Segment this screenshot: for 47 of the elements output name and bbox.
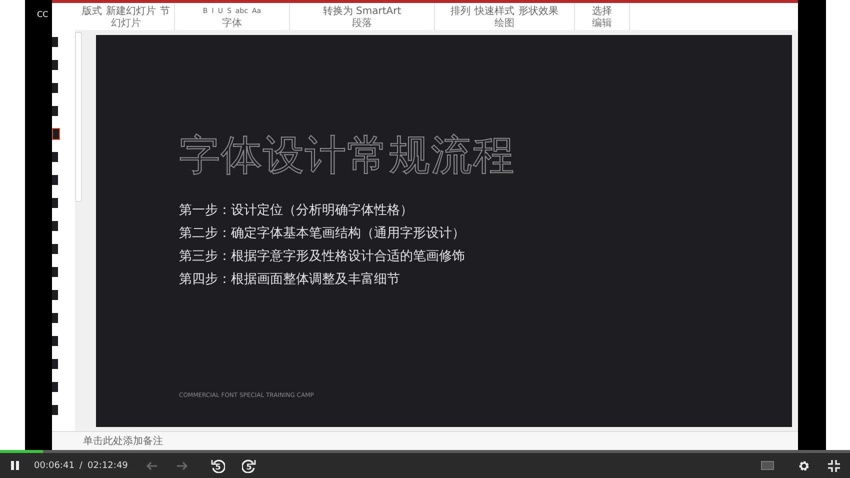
scrollbar[interactable] — [75, 32, 82, 202]
slide-thumbnail[interactable] — [52, 382, 58, 392]
ribbon-button[interactable]: 转换为 SmartArt — [322, 4, 402, 18]
ribbon-group-label: 幻灯片 — [110, 18, 142, 29]
time-separator: / — [79, 460, 82, 470]
ribbon-group-label: 字体 — [221, 18, 243, 29]
ribbon-button[interactable]: 选择 — [592, 4, 612, 18]
slide-thumbnail[interactable] — [52, 106, 58, 116]
ribbon-button[interactable]: 排列 — [450, 4, 470, 18]
slide-thumbnail[interactable] — [52, 152, 58, 162]
slide-thumbnail[interactable] — [52, 404, 58, 415]
progress-track[interactable] — [0, 450, 850, 453]
exit-fullscreen-icon[interactable] — [828, 460, 840, 472]
slide-thumbnail[interactable] — [52, 82, 58, 93]
pause-icon[interactable] — [10, 460, 20, 471]
ribbon-group-label: 绘图 — [494, 18, 516, 29]
slide-thumbnail[interactable] — [52, 358, 58, 369]
step-text: 第一步：设计定位（分析明确字体性格） — [179, 202, 413, 219]
slide-thumbnail[interactable] — [52, 60, 58, 70]
settings-icon[interactable] — [798, 460, 810, 472]
ribbon-button[interactable]: 新建幻灯片 — [106, 4, 156, 18]
slide-thumbnail[interactable] — [52, 128, 60, 140]
ribbon-button[interactable]: 版式 — [82, 4, 102, 18]
caption-text: CC — [37, 10, 48, 19]
left-arrow-icon[interactable] — [146, 460, 158, 470]
slide-thumbnail[interactable] — [52, 336, 58, 346]
ribbon-group-label: 编辑 — [591, 18, 613, 29]
slide-thumbnail[interactable] — [52, 244, 58, 254]
step-text: 第二步：确定字体基本笔画结构（通用字形设计） — [179, 226, 465, 242]
slide-title: 字体设计常规流程 — [179, 132, 515, 177]
slide-thumbnail[interactable] — [52, 266, 58, 277]
slide-thumbnail[interactable] — [52, 312, 58, 323]
slide-thumbnail[interactable] — [52, 290, 58, 300]
notes-placeholder[interactable]: 单击此处添加备注 — [83, 434, 163, 448]
slide-thumbnail[interactable] — [52, 220, 58, 231]
total-time: 02:12:49 — [87, 460, 128, 470]
slide-thumbnail[interactable] — [52, 36, 58, 47]
ribbon-button[interactable]: 快速样式 — [474, 4, 514, 18]
ribbon-group-label: 段落 — [351, 18, 373, 29]
slide-thumbnail[interactable] — [52, 198, 58, 208]
step-text: 第四步：根据画面整体调整及丰富细节 — [179, 272, 400, 288]
ribbon-button[interactable]: 形状效果 — [518, 4, 558, 18]
current-time: 00:06:41 — [34, 460, 74, 470]
right-arrow-icon[interactable] — [176, 460, 188, 470]
slide-thumbnail[interactable] — [52, 174, 58, 185]
step-text: 第三步：根据字意字形及性格设计合适的笔画修饰 — [179, 248, 465, 265]
ribbon-button[interactable]: 节 — [160, 4, 170, 18]
